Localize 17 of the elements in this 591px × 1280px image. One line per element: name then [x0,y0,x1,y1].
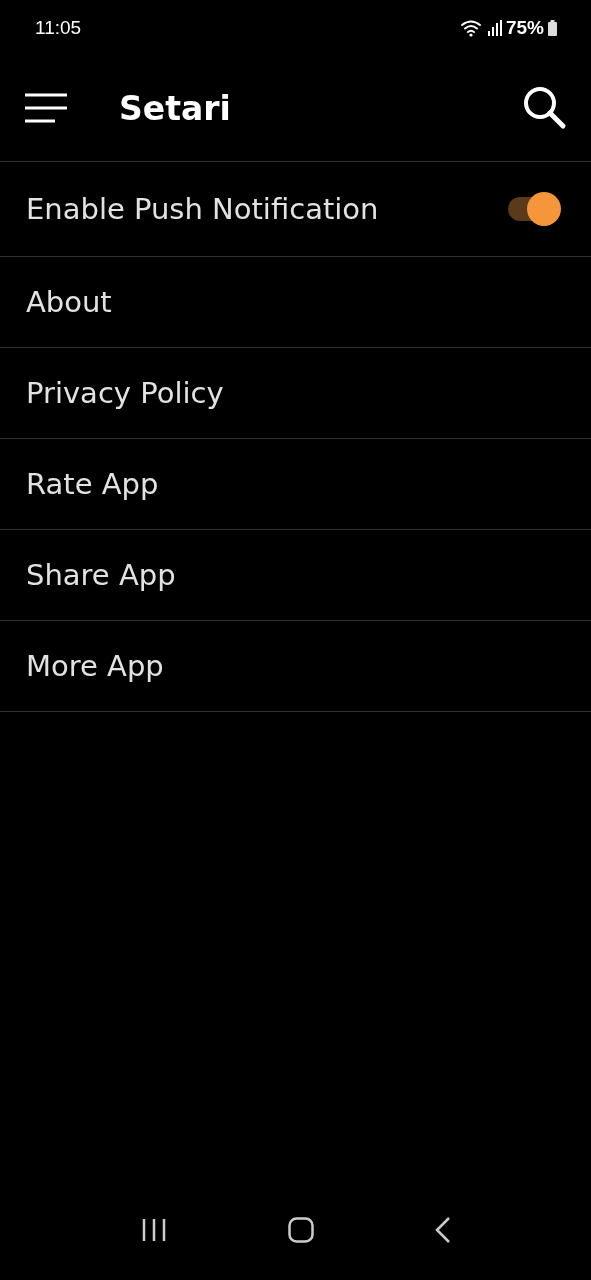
menu-item[interactable]: About [26,285,112,319]
back-icon[interactable] [434,1217,451,1243]
home-icon[interactable] [287,1217,314,1243]
search-icon[interactable] [523,86,567,130]
setting-label: Enable Push Notification [26,192,379,226]
menu-icon[interactable] [25,92,69,124]
menu-item[interactable]: More App [26,649,164,683]
recent-apps-icon[interactable] [140,1218,167,1242]
menu-item[interactable]: Rate App [26,467,159,501]
menu-item[interactable]: Share App [26,558,176,592]
status-time: 11:05 [35,16,82,39]
battery-icon [548,19,557,36]
screen-title: Setari [119,88,232,128]
signal-icon [487,19,502,36]
battery-percent: 75% [505,16,544,39]
menu-item[interactable]: Privacy Policy [26,376,224,410]
wifi-icon [459,18,484,37]
